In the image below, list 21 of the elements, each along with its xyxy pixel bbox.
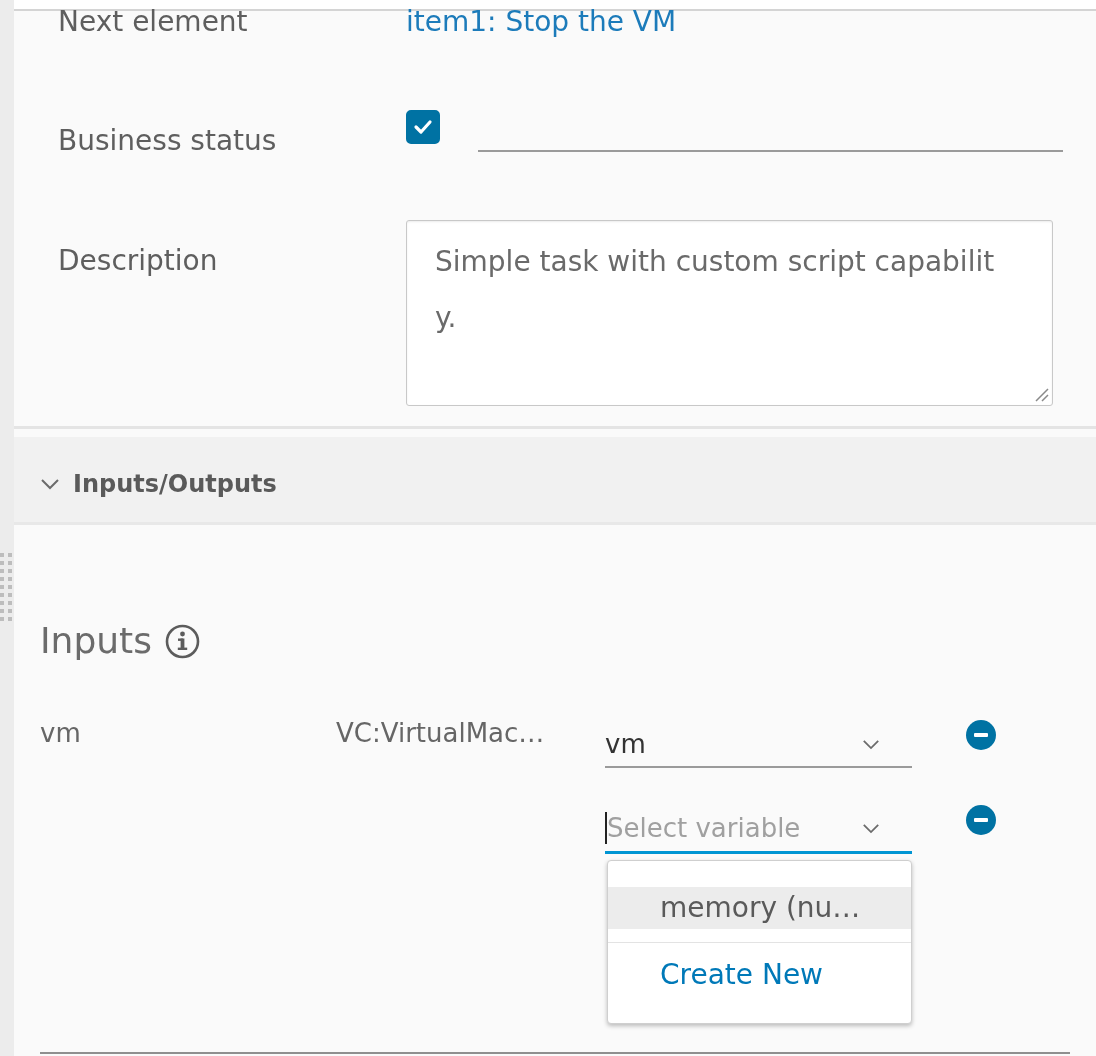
field-label: Next element [58, 8, 248, 36]
section-header[interactable]: Inputs/Outputs [14, 437, 1096, 525]
field-label: Description [58, 247, 218, 275]
drag-handle-icon[interactable] [0, 553, 12, 621]
menu-item[interactable]: memory (nu… [608, 887, 911, 929]
text-cursor [605, 812, 607, 844]
minus-circle-icon[interactable] [966, 805, 996, 835]
section-heading: Inputs [40, 620, 152, 662]
info-icon[interactable] [165, 623, 200, 659]
next-element-link[interactable]: item1: Stop the VM [406, 8, 677, 36]
minus-circle-icon[interactable] [966, 720, 996, 750]
chevron-down-icon [862, 739, 880, 750]
description-field[interactable]: Simple task with custom script capability. [406, 220, 1053, 406]
input-type: VC:VirtualMac… [336, 719, 545, 747]
resize-handle-icon[interactable] [1033, 386, 1049, 402]
variable-select[interactable]: vm [605, 715, 912, 768]
checkbox[interactable] [406, 110, 440, 144]
field-label: Business status [58, 127, 277, 155]
input-name: vm [40, 719, 81, 747]
chevron-down-icon [862, 823, 880, 834]
create-new-link[interactable]: Create New [608, 954, 911, 996]
